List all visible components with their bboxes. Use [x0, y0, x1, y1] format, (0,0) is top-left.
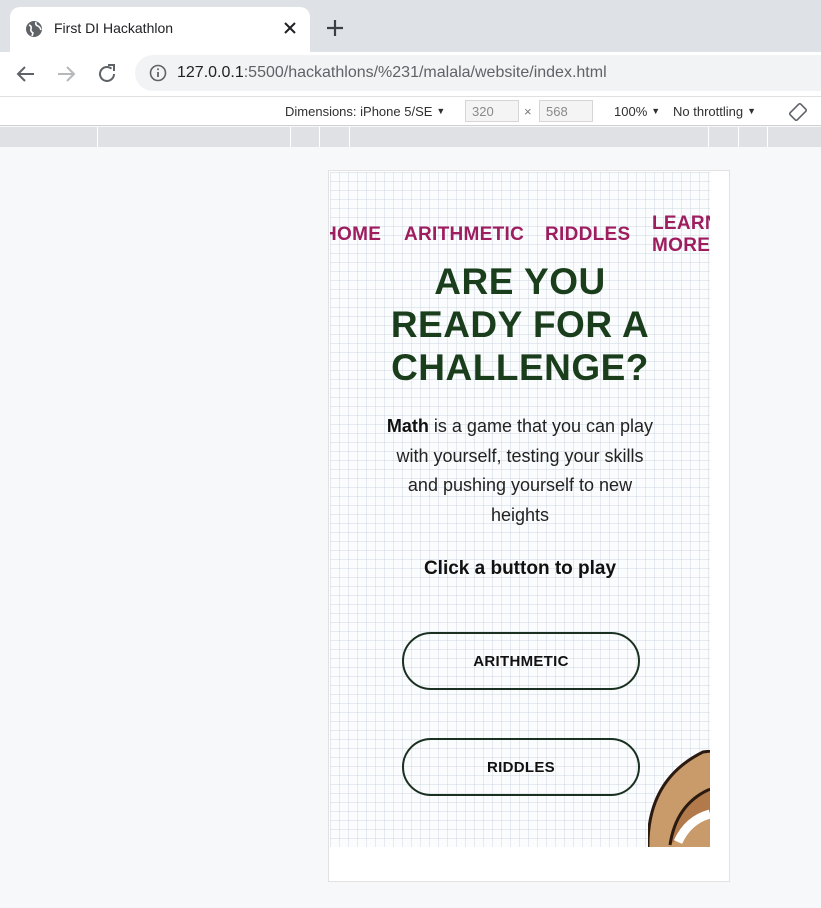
- mq-divider: [97, 127, 98, 147]
- caret-down-icon: ▼: [436, 106, 446, 116]
- device-select-label: Dimensions: iPhone 5/SE: [285, 104, 433, 119]
- web-page: HOME ARITHMETIC RIDDLES LEARNMORE ARE YO…: [330, 172, 710, 847]
- back-arrow-icon[interactable]: [14, 62, 38, 86]
- media-query-bar[interactable]: [0, 127, 821, 147]
- device-select[interactable]: Dimensions: iPhone 5/SE ▼: [285, 104, 445, 119]
- decorative-figure-right: [648, 750, 710, 847]
- nav-home[interactable]: HOME: [330, 224, 381, 246]
- mq-divider: [349, 127, 350, 147]
- zoom-select[interactable]: 100% ▼: [614, 104, 660, 119]
- intro-paragraph: Math is a game that you can play with yo…: [385, 412, 655, 530]
- browser-tab[interactable]: First DI Hackathlon: [10, 7, 310, 52]
- tab-title: First DI Hackathlon: [54, 20, 174, 36]
- plus-icon[interactable]: [324, 17, 346, 39]
- riddles-button[interactable]: RIDDLES: [402, 738, 640, 796]
- mq-divider: [708, 127, 709, 147]
- mq-divider: [290, 127, 291, 147]
- mq-divider: [319, 127, 320, 147]
- height-input[interactable]: 568: [539, 100, 593, 122]
- throttling-select[interactable]: No throttling ▼: [673, 104, 756, 119]
- dimension-separator: ×: [524, 104, 532, 119]
- url-host: 127.0.0.1: [177, 64, 244, 81]
- reload-icon[interactable]: [95, 62, 119, 86]
- zoom-label: 100%: [614, 104, 648, 119]
- call-to-action: Click a button to play: [423, 558, 617, 579]
- mq-divider: [767, 127, 768, 147]
- caret-down-icon: ▼: [747, 106, 757, 116]
- nav-learn-more[interactable]: LEARNMORE: [652, 213, 710, 257]
- globe-icon: [26, 21, 42, 37]
- rotate-icon[interactable]: [789, 103, 807, 121]
- address-bar[interactable]: 127.0.0.1:5500/hackathlons/%231/malala/w…: [135, 55, 821, 91]
- headline-line: ARE YOU: [434, 261, 606, 302]
- close-icon[interactable]: [280, 18, 300, 38]
- intro-bold: Math: [386, 416, 429, 436]
- nav-learn-more-line1: LEARN: [652, 213, 710, 234]
- page-headline: ARE YOU READY FOR A CHALLENGE?: [330, 260, 710, 389]
- device-frame: HOME ARITHMETIC RIDDLES LEARNMORE ARE YO…: [328, 170, 730, 882]
- headline-line: CHALLENGE?: [391, 347, 649, 388]
- site-nav: HOME ARITHMETIC RIDDLES LEARNMORE: [330, 212, 710, 262]
- nav-learn-more-line2: MORE: [652, 235, 710, 256]
- throttling-label: No throttling: [673, 104, 744, 119]
- url-path: :5500/hackathlons/%231/malala/website/in…: [243, 64, 607, 81]
- width-input[interactable]: 320: [465, 100, 519, 122]
- forward-arrow-icon[interactable]: [54, 62, 78, 86]
- headline-line: READY FOR A: [390, 304, 650, 345]
- nav-arithmetic[interactable]: ARITHMETIC: [404, 224, 524, 246]
- caret-down-icon: ▼: [651, 106, 661, 116]
- browser-toolbar: 127.0.0.1:5500/hackathlons/%231/malala/w…: [0, 52, 821, 96]
- url-text: 127.0.0.1:5500/hackathlons/%231/malala/w…: [177, 64, 607, 82]
- info-icon[interactable]: [149, 64, 167, 82]
- intro-text: is a game that you can play with yoursel…: [396, 416, 654, 525]
- device-toolbar: Dimensions: iPhone 5/SE ▼ 320 × 568 100% ▼…: [0, 96, 821, 126]
- nav-riddles[interactable]: RIDDLES: [545, 224, 631, 246]
- tab-strip: First DI Hackathlon: [0, 0, 821, 52]
- arithmetic-button[interactable]: ARITHMETIC: [402, 632, 640, 690]
- mq-divider: [738, 127, 739, 147]
